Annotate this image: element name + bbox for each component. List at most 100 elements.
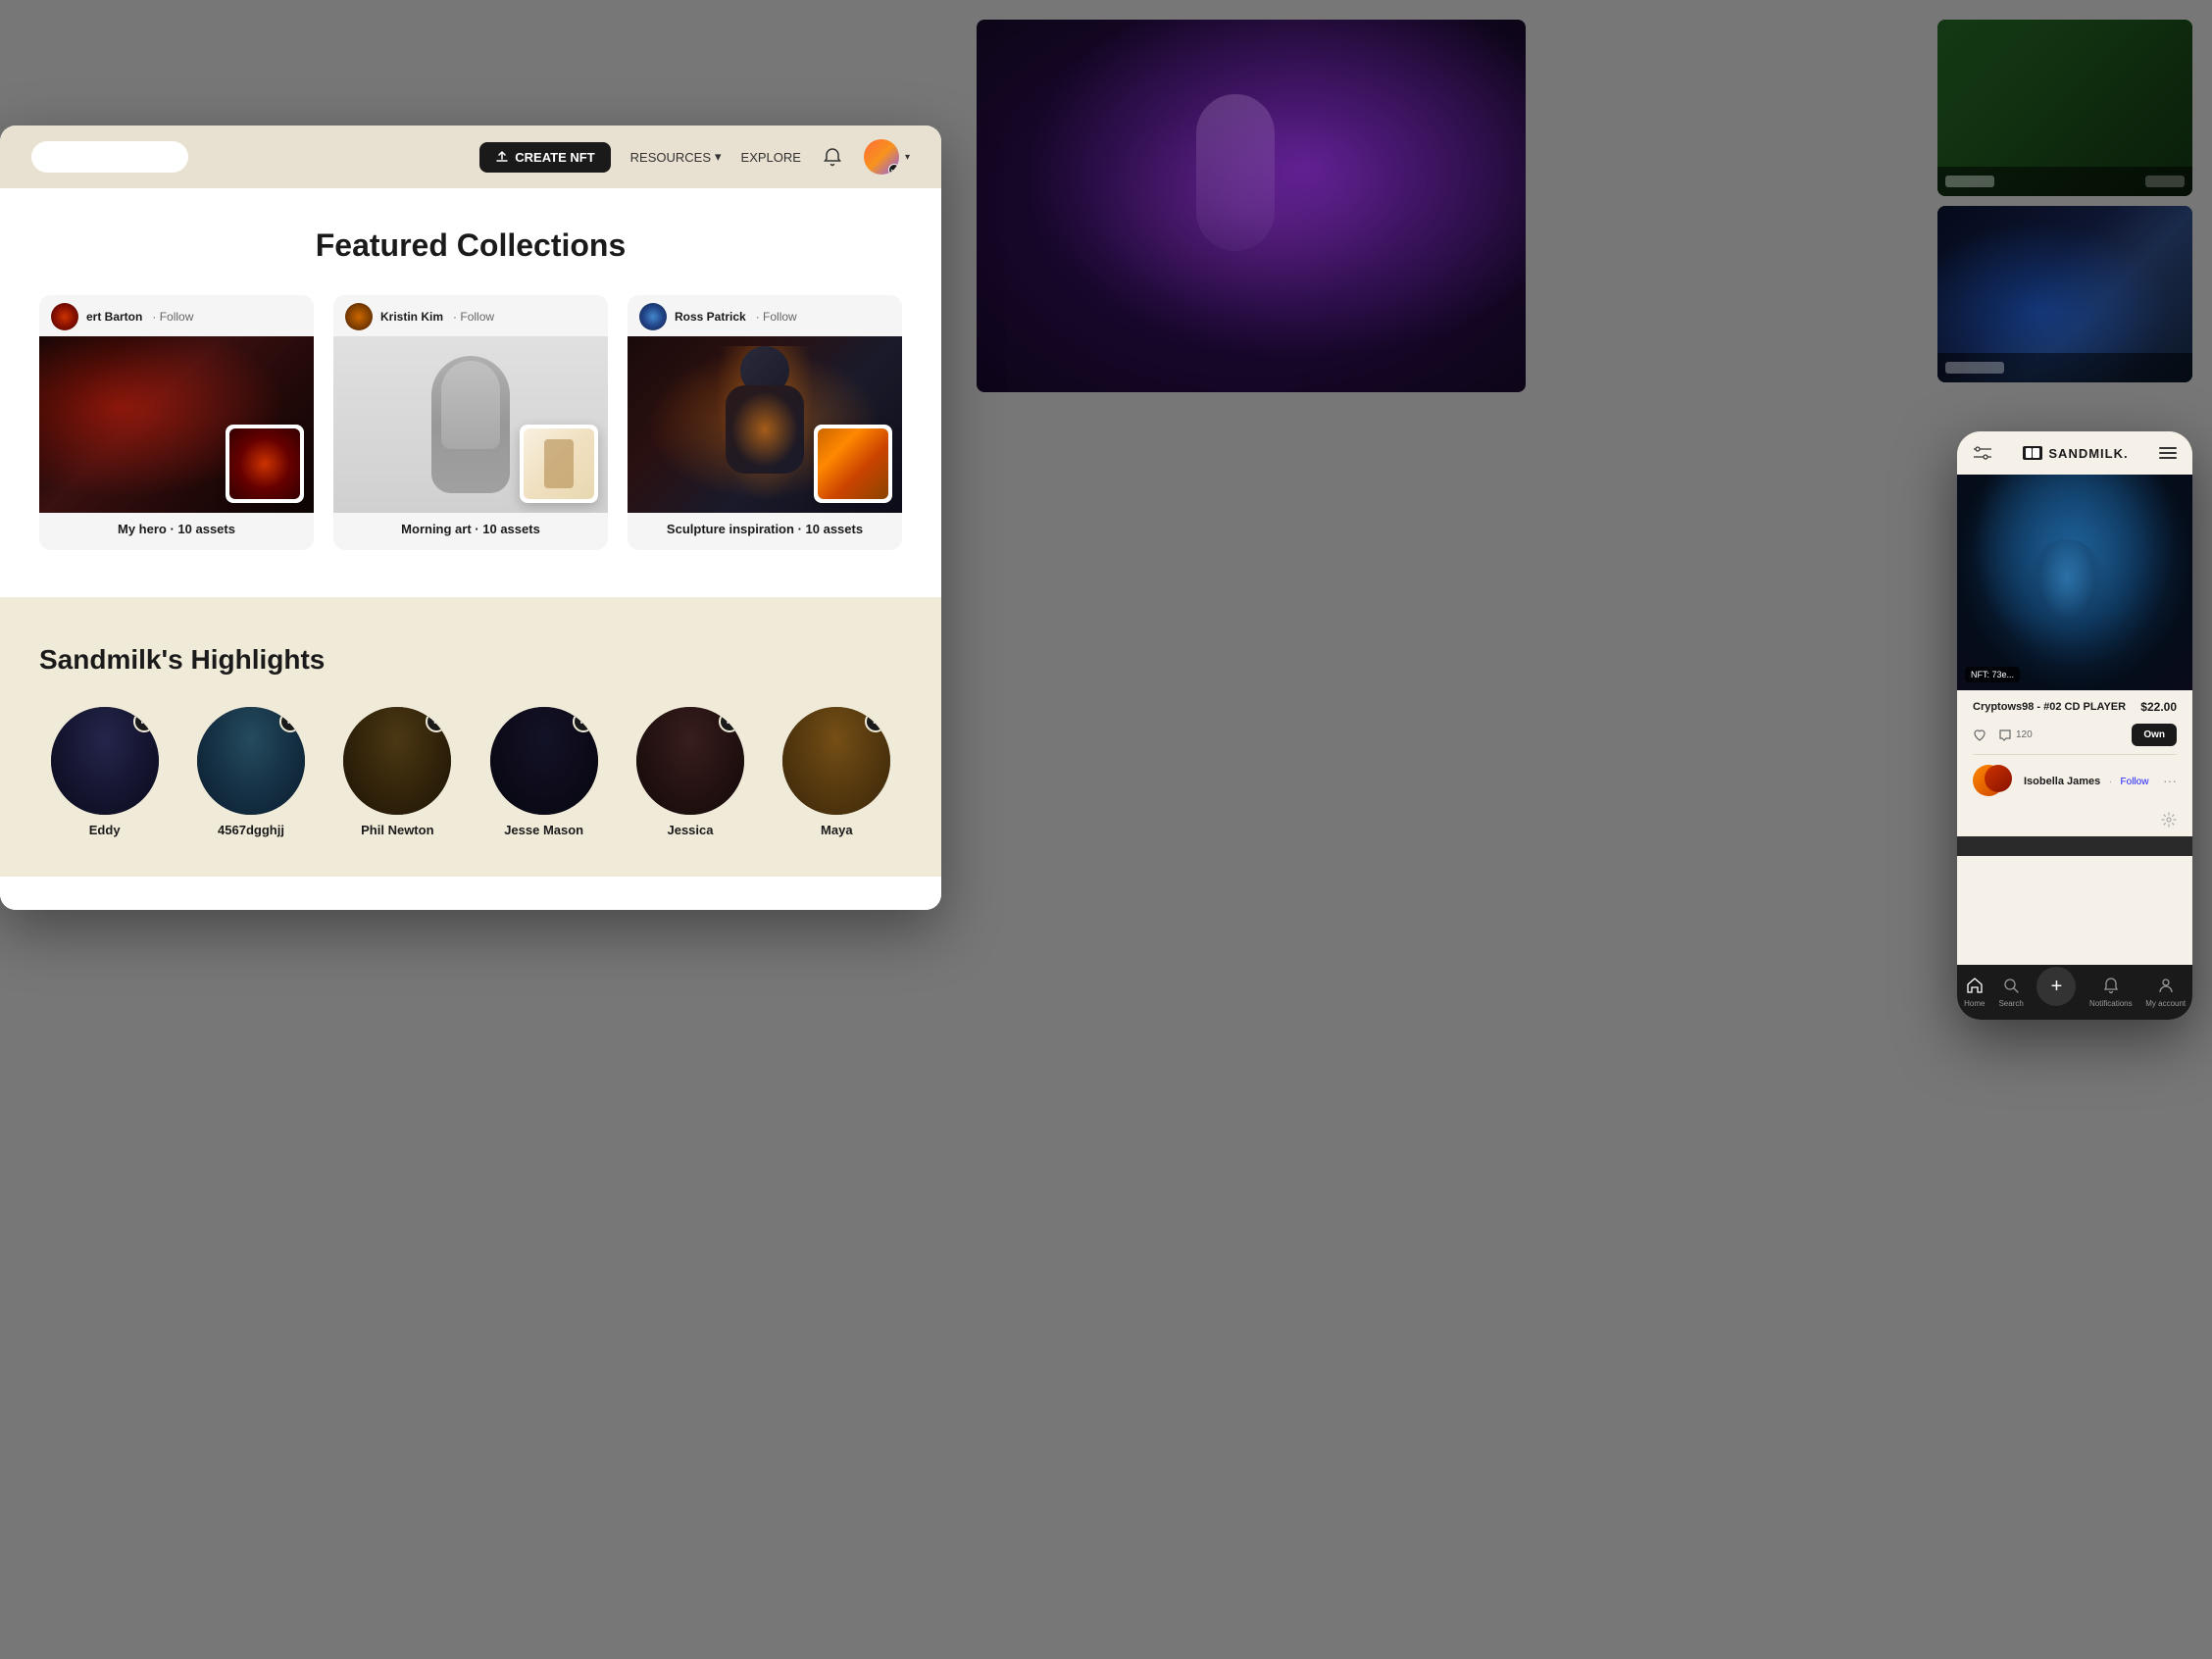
mobile-header: SANDMILK. bbox=[1957, 431, 2192, 475]
menu-line-2 bbox=[2159, 452, 2177, 454]
mobile-logo: SANDMILK. bbox=[2023, 446, 2128, 461]
highlight-name-3: Jesse Mason bbox=[504, 823, 583, 837]
menu-line-1 bbox=[2159, 447, 2177, 449]
mobile-creator-follow[interactable]: Follow bbox=[2121, 777, 2149, 787]
collection-name-label-1: Morning art · 10 assets bbox=[401, 522, 540, 536]
search-bar[interactable] bbox=[31, 141, 188, 173]
mobile-nav-search[interactable]: Search bbox=[1998, 975, 2023, 1008]
header-left bbox=[31, 141, 188, 173]
mobile-nav-notifications-label: Notifications bbox=[2089, 999, 2133, 1008]
highlight-item-2[interactable]: ✓ Phil Newton bbox=[332, 707, 463, 837]
home-icon bbox=[1964, 975, 1986, 996]
collection-card-2[interactable]: Ross Patrick Follow bbox=[628, 295, 902, 550]
creator-avatar-img-1 bbox=[345, 303, 373, 330]
highlight-item-1[interactable]: ✓ 4567dgghjj bbox=[185, 707, 316, 837]
collection-image-0 bbox=[39, 336, 314, 513]
creator-info-1: Kristin Kim Follow bbox=[333, 295, 608, 336]
browser-window: CREATE NFT RESOURCES ▾ EXPLORE bbox=[0, 126, 941, 910]
highlights-title: Sandmilk's Highlights bbox=[39, 644, 902, 676]
creator-dot: · bbox=[2109, 777, 2112, 787]
creator-avatar-2 bbox=[639, 303, 667, 330]
highlight-item-4[interactable]: ✓ Jessica bbox=[625, 707, 755, 837]
upload-icon bbox=[495, 150, 509, 164]
highlight-name-5: Maya bbox=[821, 823, 853, 837]
nft-thumb-img-0 bbox=[229, 428, 300, 499]
highlight-avatar-2: ✓ bbox=[343, 707, 451, 815]
filter-icon[interactable] bbox=[1973, 443, 1992, 463]
asset-count-0: 10 assets bbox=[177, 522, 235, 536]
asset-count-2: 10 assets bbox=[806, 522, 864, 536]
highlights-section: Sandmilk's Highlights ✓ Eddy ✓ 4 bbox=[0, 597, 941, 877]
more-options-icon[interactable]: ··· bbox=[2163, 773, 2177, 788]
verified-badge-4: ✓ bbox=[719, 711, 740, 732]
asset-count-sep-2: · bbox=[798, 522, 806, 536]
collection-footer-2: Sculpture inspiration · 10 assets bbox=[628, 513, 902, 550]
mobile-nav-home-label: Home bbox=[1964, 999, 1985, 1008]
highlight-avatar-1: ✓ bbox=[197, 707, 305, 815]
mobile-creator-avatar-2 bbox=[1985, 765, 2012, 792]
user-avatar bbox=[864, 139, 899, 175]
resources-nav[interactable]: RESOURCES ▾ bbox=[630, 149, 722, 165]
mobile-nft-price: $22.00 bbox=[2140, 700, 2177, 714]
dark-strip bbox=[1957, 836, 2192, 856]
verified-badge-3: ✓ bbox=[573, 711, 594, 732]
bg-nft-skeleton bbox=[977, 20, 1526, 392]
main-header: CREATE NFT RESOURCES ▾ EXPLORE bbox=[0, 126, 941, 188]
highlight-item-5[interactable]: ✓ Maya bbox=[772, 707, 902, 837]
settings-icon[interactable] bbox=[2161, 812, 2177, 830]
highlight-item-3[interactable]: ✓ Jesse Mason bbox=[478, 707, 609, 837]
chevron-down-icon: ▾ bbox=[715, 149, 722, 165]
header-right: CREATE NFT RESOURCES ▾ EXPLORE bbox=[479, 139, 910, 175]
bg-nft-blue-car bbox=[1937, 206, 2192, 382]
explore-nav[interactable]: EXPLORE bbox=[741, 150, 801, 165]
mobile-creator-name: Isobella James bbox=[2024, 776, 2100, 787]
creator-avatar-img-2 bbox=[639, 303, 667, 330]
creator-avatar-1 bbox=[345, 303, 373, 330]
sandmilk-logo-icon bbox=[2023, 446, 2042, 460]
collection-name-label-0: My hero · 10 assets bbox=[118, 522, 235, 536]
collection-card-0[interactable]: ert Barton Follow My hero · 10 assets bbox=[39, 295, 314, 550]
verified-badge-2: ✓ bbox=[426, 711, 447, 732]
highlight-avatar-4: ✓ bbox=[636, 707, 744, 815]
verified-badge-1: ✓ bbox=[279, 711, 301, 732]
comment-button[interactable]: 120 bbox=[1998, 729, 2033, 742]
creator-info-0: ert Barton Follow bbox=[39, 295, 314, 336]
like-button[interactable] bbox=[1973, 729, 1986, 742]
mobile-action-left: 120 bbox=[1973, 729, 2033, 742]
mobile-menu-button[interactable] bbox=[2159, 447, 2177, 459]
mobile-nft-info: Cryptows98 - #02 CD PLAYER $22.00 bbox=[1957, 690, 2192, 724]
collection-card-1[interactable]: Kristin Kim Follow bbox=[333, 295, 608, 550]
creator-info-2: Ross Patrick Follow bbox=[628, 295, 902, 336]
create-nft-button[interactable]: CREATE NFT bbox=[479, 142, 610, 173]
mobile-nav-notifications[interactable]: Notifications bbox=[2089, 975, 2133, 1008]
mobile-logo-text: SANDMILK. bbox=[2048, 446, 2128, 461]
creator-avatar-0 bbox=[51, 303, 78, 330]
own-button[interactable]: Own bbox=[2132, 724, 2177, 746]
nft-thumb-img-1 bbox=[524, 428, 594, 499]
mobile-nav-account[interactable]: My account bbox=[2145, 975, 2186, 1008]
notifications-icon bbox=[2100, 975, 2122, 996]
highlight-avatar-5: ✓ bbox=[782, 707, 890, 815]
follow-link-0[interactable]: Follow bbox=[152, 310, 193, 324]
highlight-avatar-3: ✓ bbox=[490, 707, 598, 815]
page-content: Featured Collections ert Barton Follow bbox=[0, 188, 941, 910]
collection-image-2 bbox=[628, 336, 902, 513]
mobile-creator-info: Isobella James · Follow bbox=[2024, 772, 2148, 789]
user-avatar-area[interactable]: ▾ bbox=[864, 139, 910, 175]
collection-name-0: My hero bbox=[118, 522, 167, 536]
mobile-nav-account-label: My account bbox=[2145, 999, 2186, 1008]
mobile-nav-home[interactable]: Home bbox=[1964, 975, 1986, 1008]
creator-name-2: Ross Patrick bbox=[675, 310, 746, 324]
follow-link-2[interactable]: Follow bbox=[756, 310, 797, 324]
highlight-item-0[interactable]: ✓ Eddy bbox=[39, 707, 170, 837]
follow-link-1[interactable]: Follow bbox=[453, 310, 494, 324]
highlight-name-1: 4567dgghjj bbox=[218, 823, 284, 837]
account-icon bbox=[2155, 975, 2177, 996]
creator-name-0: ert Barton bbox=[86, 310, 142, 324]
mobile-actions: 120 Own bbox=[1957, 724, 2192, 754]
mobile-nav-add-button[interactable]: + bbox=[2036, 967, 2076, 1006]
collection-footer-1: Morning art · 10 assets bbox=[333, 513, 608, 550]
notifications-bell-icon[interactable] bbox=[821, 145, 844, 169]
avatar-verified-badge bbox=[888, 164, 899, 175]
collections-grid: ert Barton Follow My hero · 10 assets bbox=[39, 295, 902, 550]
